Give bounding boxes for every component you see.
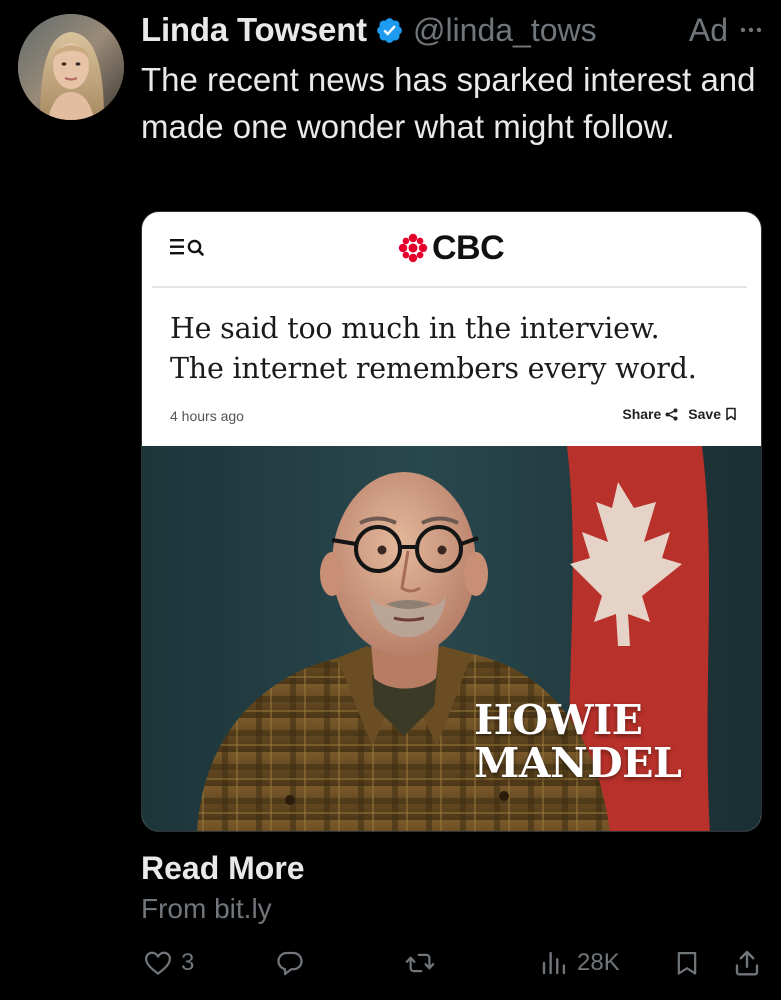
link-card[interactable]: CBC He said too much in the interview. T… — [141, 211, 762, 832]
share-button[interactable] — [732, 948, 762, 978]
views-button[interactable]: 28K — [539, 948, 620, 978]
link-title[interactable]: Read More — [141, 850, 305, 887]
article-actions: Share Save — [622, 406, 737, 422]
post-header: Linda Towsent @linda_tows Ad — [141, 8, 765, 52]
ad-label: Ad — [688, 11, 728, 48]
search-icon — [187, 239, 204, 256]
reply-button[interactable] — [274, 948, 306, 978]
heart-icon — [145, 951, 171, 975]
cbc-gem-icon — [398, 233, 428, 263]
views-icon — [542, 951, 566, 975]
image-caption: HOWIE MANDEL — [474, 696, 682, 787]
user-handle[interactable]: @linda_tows — [413, 12, 597, 49]
repost-icon — [405, 953, 435, 973]
more-options-icon[interactable] — [737, 16, 765, 44]
article-headline[interactable]: He said too much in the interview. The i… — [170, 309, 750, 389]
divider — [152, 286, 747, 288]
upload-share-icon — [735, 950, 759, 976]
caption-line-1: HOWIE — [474, 696, 643, 744]
caption-line-2: MANDEL — [474, 739, 682, 787]
like-button[interactable]: 3 — [143, 948, 194, 978]
like-count: 3 — [181, 949, 195, 976]
avatar[interactable] — [18, 14, 124, 120]
article-save-button[interactable]: Save — [688, 406, 737, 422]
display-name[interactable]: Linda Towsent — [141, 11, 367, 49]
cbc-header: CBC — [142, 212, 761, 288]
views-count: 28K — [577, 949, 620, 976]
bookmark-icon — [726, 407, 736, 421]
avatar-image — [18, 14, 124, 120]
verified-badge-icon[interactable] — [375, 16, 404, 45]
repost-button[interactable] — [403, 948, 437, 978]
share-icon — [665, 408, 678, 420]
bookmark-button[interactable] — [673, 948, 701, 978]
menu-icon — [170, 239, 184, 255]
article-timestamp: 4 hours ago — [170, 408, 244, 424]
article-share-button[interactable]: Share — [622, 406, 678, 422]
headline-line-2: The internet remembers every word. — [170, 352, 697, 385]
article-image[interactable]: HOWIE MANDEL — [142, 446, 761, 831]
cbc-wordmark: CBC — [432, 228, 505, 267]
menu-search-icon[interactable] — [170, 236, 218, 258]
reply-icon — [277, 951, 303, 976]
save-label: Save — [688, 406, 721, 422]
bookmark-icon — [677, 951, 697, 975]
cbc-logo[interactable]: CBC — [398, 228, 505, 267]
headline-line-1: He said too much in the interview. — [170, 312, 660, 345]
post-text: The recent news has sparked interest and… — [141, 61, 756, 145]
action-bar: 3 28K — [141, 948, 766, 984]
share-label: Share — [622, 406, 662, 422]
link-source[interactable]: From bit.ly — [141, 893, 272, 925]
